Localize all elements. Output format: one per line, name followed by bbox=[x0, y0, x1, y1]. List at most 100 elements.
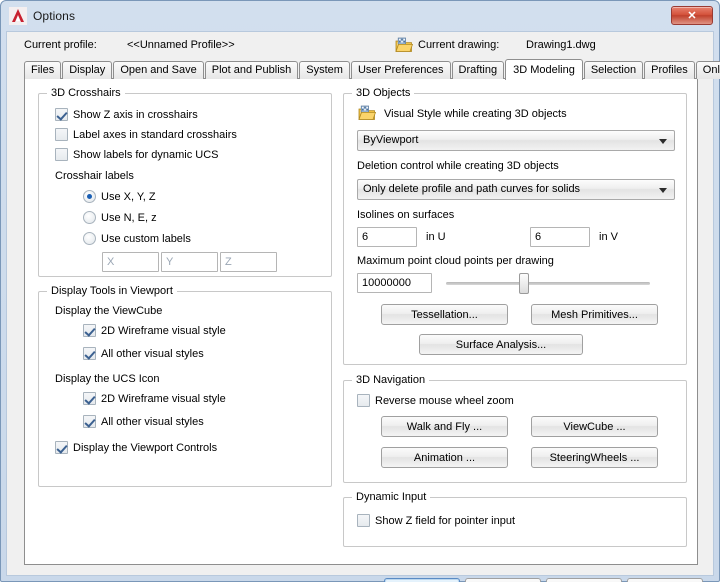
tab-plot-and-publish[interactable]: Plot and Publish bbox=[204, 61, 299, 79]
checkbox-box[interactable] bbox=[55, 128, 68, 141]
point-cloud-input[interactable]: 10000000 bbox=[357, 273, 432, 293]
checkbox-box[interactable] bbox=[55, 108, 68, 121]
radio-box[interactable] bbox=[83, 211, 96, 224]
ok-button[interactable]: OK bbox=[384, 578, 460, 582]
input-value: Z bbox=[225, 256, 232, 268]
point-cloud-slider[interactable] bbox=[444, 273, 652, 294]
group-title: Display Tools in Viewport bbox=[47, 285, 177, 297]
checkbox-show-z-axis[interactable]: Show Z axis in crosshairs bbox=[55, 108, 198, 121]
radio-label: Use X, Y, Z bbox=[101, 190, 156, 203]
tab-label: Profiles bbox=[651, 64, 688, 76]
group-title: 3D Objects bbox=[352, 87, 415, 99]
isolines-u-input[interactable]: 6 bbox=[357, 227, 417, 247]
custom-label-z-input[interactable]: Z bbox=[220, 252, 277, 272]
help-button[interactable]: Help bbox=[627, 578, 703, 582]
steering-wheels-button[interactable]: SteeringWheels ... bbox=[531, 447, 658, 468]
checkbox-viewcube-all-other-styles[interactable]: All other visual styles bbox=[83, 347, 204, 360]
checkbox-box[interactable] bbox=[83, 392, 96, 405]
animation-button[interactable]: Animation ... bbox=[381, 447, 508, 468]
checkbox-box[interactable] bbox=[357, 514, 370, 527]
input-value: Y bbox=[166, 256, 174, 268]
radio-label: Use N, E, z bbox=[101, 211, 157, 224]
radio-use-nez[interactable]: Use N, E, z bbox=[83, 211, 157, 224]
tab-system[interactable]: System bbox=[299, 61, 350, 79]
checkbox-label: Show Z axis in crosshairs bbox=[73, 108, 198, 121]
checkbox-reverse-mouse-wheel-zoom[interactable]: Reverse mouse wheel zoom bbox=[357, 394, 514, 407]
radio-use-custom-labels[interactable]: Use custom labels bbox=[83, 232, 191, 245]
deletion-control-combo[interactable]: Only delete profile and path curves for … bbox=[357, 179, 675, 200]
checkbox-label: Reverse mouse wheel zoom bbox=[375, 394, 514, 407]
drawing-file-icon bbox=[358, 104, 377, 122]
radio-label: Use custom labels bbox=[101, 232, 191, 245]
cancel-button[interactable]: Cancel bbox=[465, 578, 541, 582]
checkbox-box[interactable] bbox=[357, 394, 370, 407]
group-3d-navigation: 3D Navigation Reverse mouse wheel zoom W… bbox=[343, 374, 687, 483]
radio-box[interactable] bbox=[83, 232, 96, 245]
close-button[interactable]: ✕ bbox=[671, 6, 713, 25]
walk-and-fly-button[interactable]: Walk and Fly ... bbox=[381, 416, 508, 437]
radio-box[interactable] bbox=[83, 190, 96, 203]
visual-style-combo[interactable]: ByViewport bbox=[357, 130, 675, 151]
isolines-label: Isolines on surfaces bbox=[357, 209, 455, 221]
checkbox-box[interactable] bbox=[83, 415, 96, 428]
checkbox-box[interactable] bbox=[55, 148, 68, 161]
input-value: 6 bbox=[362, 231, 369, 243]
checkbox-display-viewport-controls[interactable]: Display the Viewport Controls bbox=[55, 441, 217, 454]
button-label: Mesh Primitives... bbox=[551, 308, 638, 321]
tab-open-and-save[interactable]: Open and Save bbox=[113, 61, 204, 79]
custom-label-x-input[interactable]: X bbox=[102, 252, 159, 272]
surface-analysis-button[interactable]: Surface Analysis... bbox=[419, 334, 583, 355]
viewcube-button[interactable]: ViewCube ... bbox=[531, 416, 658, 437]
group-3d-objects: 3D Objects Visual Style while creating 3… bbox=[343, 87, 687, 365]
checkbox-label: All other visual styles bbox=[101, 347, 204, 360]
current-profile-value: <<Unnamed Profile>> bbox=[127, 39, 235, 51]
radio-use-xyz[interactable]: Use X, Y, Z bbox=[83, 190, 156, 203]
isolines-v-input[interactable]: 6 bbox=[530, 227, 590, 247]
tessellation-button[interactable]: Tessellation... bbox=[381, 304, 508, 325]
checkbox-box[interactable] bbox=[83, 347, 96, 360]
tab-online[interactable]: Online bbox=[695, 61, 720, 79]
checkbox-show-z-field-pointer-input[interactable]: Show Z field for pointer input bbox=[357, 514, 515, 527]
window-title: Options bbox=[33, 9, 76, 23]
tab-user-preferences[interactable]: User Preferences bbox=[350, 61, 451, 79]
input-value: 6 bbox=[535, 231, 542, 243]
group-dynamic-input: Dynamic Input Show Z field for pointer i… bbox=[343, 491, 687, 547]
checkbox-label: 2D Wireframe visual style bbox=[101, 392, 226, 405]
crosshair-labels-heading: Crosshair labels bbox=[55, 170, 134, 182]
combo-value: Only delete profile and path curves for … bbox=[363, 183, 581, 195]
checkbox-label-axes[interactable]: Label axes in standard crosshairs bbox=[55, 128, 237, 141]
checkbox-show-labels-dynamic-ucs[interactable]: Show labels for dynamic UCS bbox=[55, 148, 219, 161]
tab-display[interactable]: Display bbox=[62, 61, 113, 79]
checkbox-label: Show labels for dynamic UCS bbox=[73, 148, 219, 161]
tab-label: Files bbox=[31, 64, 55, 76]
tab-profiles[interactable]: Profiles bbox=[644, 61, 695, 79]
title-bar: Options ✕ bbox=[1, 1, 719, 31]
combo-value: ByViewport bbox=[363, 134, 419, 146]
checkbox-ucs-2d-wireframe[interactable]: 2D Wireframe visual style bbox=[83, 392, 226, 405]
tab-label: System bbox=[306, 64, 343, 76]
group-title: Dynamic Input bbox=[352, 491, 431, 503]
display-ucs-icon-heading: Display the UCS Icon bbox=[55, 373, 160, 385]
checkbox-label: Label axes in standard crosshairs bbox=[73, 128, 237, 141]
apply-button[interactable]: Apply bbox=[546, 578, 622, 582]
checkbox-box[interactable] bbox=[83, 324, 96, 337]
slider-thumb[interactable] bbox=[519, 273, 529, 294]
tab-files[interactable]: Files bbox=[24, 61, 62, 79]
tab-3d-modeling[interactable]: 3D Modeling bbox=[505, 59, 583, 80]
deletion-control-label: Deletion control while creating 3D objec… bbox=[357, 160, 559, 172]
current-drawing-label: Current drawing: bbox=[418, 39, 500, 51]
group-title: 3D Crosshairs bbox=[47, 87, 125, 99]
tab-selection[interactable]: Selection bbox=[583, 61, 644, 79]
tab-label: 3D Modeling bbox=[513, 64, 575, 76]
custom-label-y-input[interactable]: Y bbox=[161, 252, 218, 272]
tab-panel-3d-modeling: 3D Crosshairs Show Z axis in crosshairs … bbox=[24, 78, 698, 565]
checkbox-ucs-all-other-styles[interactable]: All other visual styles bbox=[83, 415, 204, 428]
checkbox-label: 2D Wireframe visual style bbox=[101, 324, 226, 337]
mesh-primitives-button[interactable]: Mesh Primitives... bbox=[531, 304, 658, 325]
checkbox-viewcube-2d-wireframe[interactable]: 2D Wireframe visual style bbox=[83, 324, 226, 337]
profile-row: Current profile: <<Unnamed Profile>> Cur… bbox=[7, 32, 713, 60]
tab-drafting[interactable]: Drafting bbox=[451, 61, 505, 79]
checkbox-box[interactable] bbox=[55, 441, 68, 454]
button-label: Walk and Fly ... bbox=[406, 420, 483, 433]
display-viewcube-heading: Display the ViewCube bbox=[55, 305, 163, 317]
